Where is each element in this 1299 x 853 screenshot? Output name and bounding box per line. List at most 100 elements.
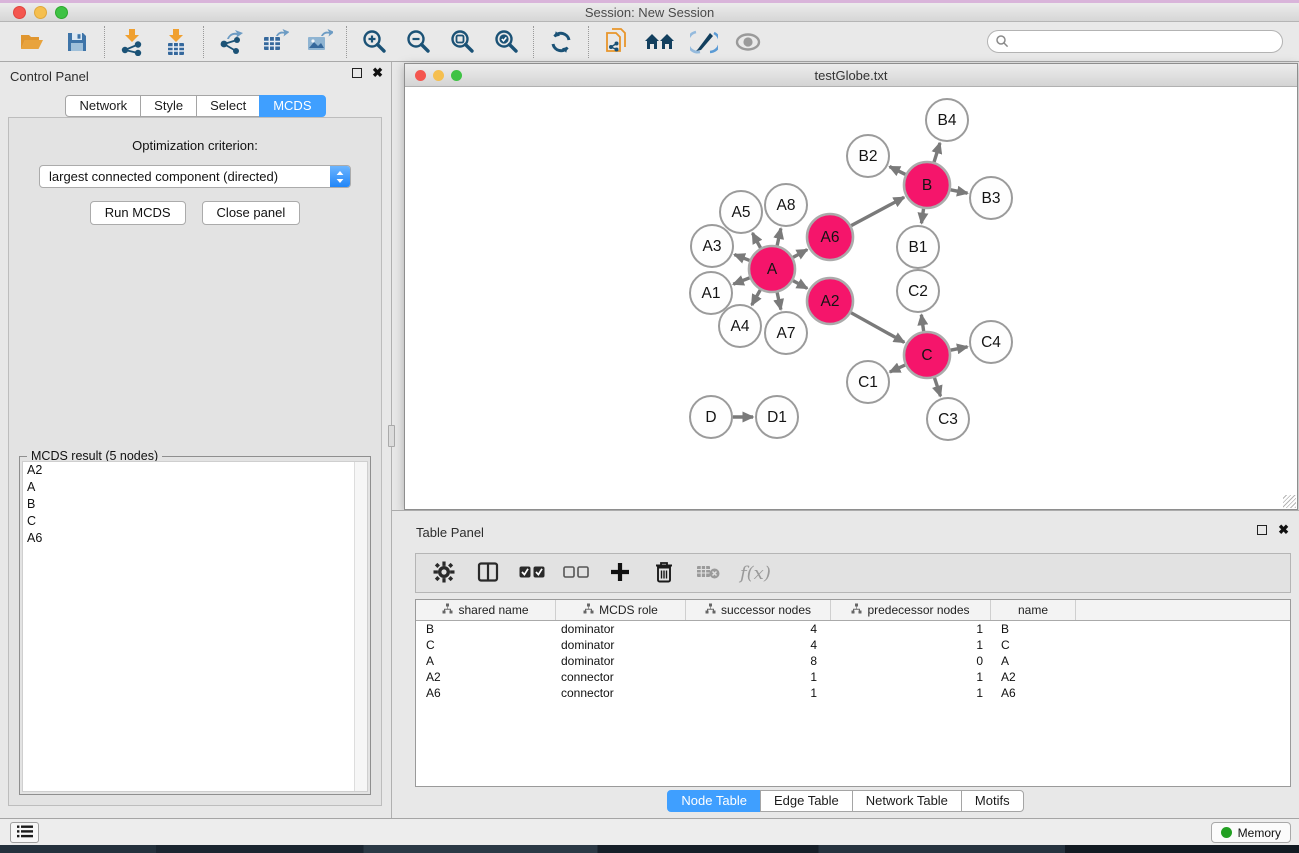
search-input[interactable]: [987, 30, 1283, 53]
column-header-name[interactable]: name: [991, 600, 1076, 620]
mcds-result-list[interactable]: A2ABCA6: [22, 461, 368, 792]
result-item[interactable]: B: [23, 496, 367, 513]
refresh-view-button[interactable]: [542, 25, 580, 59]
memory-button[interactable]: Memory: [1211, 822, 1291, 843]
toggle-column-panel-button[interactable]: [476, 561, 500, 585]
close-panel-button[interactable]: Close panel: [202, 201, 301, 225]
run-mcds-button[interactable]: Run MCDS: [90, 201, 186, 225]
node-D[interactable]: D: [690, 396, 732, 438]
column-header-successor-nodes[interactable]: successor nodes: [686, 600, 831, 620]
network-canvas[interactable]: B4B2BB3A5A8A6B1A3AC2A1A2A4A7C4CC1DD1C3: [405, 87, 1297, 509]
tab-style[interactable]: Style: [140, 95, 197, 117]
node-B[interactable]: B: [904, 162, 950, 208]
table-row[interactable]: A2connector11A2: [416, 669, 1290, 685]
node-B2[interactable]: B2: [847, 135, 889, 177]
float-panel-icon[interactable]: [352, 68, 362, 78]
open-session-button[interactable]: [14, 25, 52, 59]
result-item[interactable]: A: [23, 479, 367, 496]
tab-edge-table[interactable]: Edge Table: [760, 790, 853, 812]
tab-network[interactable]: Network: [65, 95, 141, 117]
tab-select[interactable]: Select: [196, 95, 260, 117]
delete-table-button[interactable]: [696, 561, 720, 585]
edge-A-A4[interactable]: [752, 290, 761, 305]
column-header-predecessor-nodes[interactable]: predecessor nodes: [831, 600, 991, 620]
import-network-button[interactable]: [113, 25, 151, 59]
close-panel-icon[interactable]: ✖: [372, 68, 383, 78]
new-network-from-selection-button[interactable]: [597, 25, 635, 59]
node-C3[interactable]: C3: [927, 398, 969, 440]
export-table-button[interactable]: [256, 25, 294, 59]
node-C2[interactable]: C2: [897, 270, 939, 312]
node-A7[interactable]: A7: [765, 312, 807, 354]
node-A2[interactable]: A2: [807, 278, 853, 324]
node-C1[interactable]: C1: [847, 361, 889, 403]
save-session-button[interactable]: [58, 25, 96, 59]
delete-row-button[interactable]: [652, 561, 676, 585]
table-row[interactable]: A6connector11A6: [416, 685, 1290, 701]
column-header-shared-name[interactable]: shared name: [416, 600, 556, 620]
table-row[interactable]: Bdominator41B: [416, 621, 1290, 637]
export-image-button[interactable]: [300, 25, 338, 59]
edge-C-C4[interactable]: [951, 347, 968, 350]
edge-A-A2[interactable]: [793, 281, 807, 289]
window-resize-grip[interactable]: [1283, 495, 1296, 508]
edge-A-A6[interactable]: [793, 250, 807, 258]
tab-network-table[interactable]: Network Table: [852, 790, 962, 812]
node-A[interactable]: A: [749, 246, 795, 292]
node-B4[interactable]: B4: [926, 99, 968, 141]
add-row-button[interactable]: [608, 561, 632, 585]
node-A8[interactable]: A8: [765, 184, 807, 226]
node-A4[interactable]: A4: [719, 305, 761, 347]
close-table-panel-icon[interactable]: ✖: [1278, 525, 1289, 535]
first-neighbors-button[interactable]: [641, 25, 679, 59]
edge-A-A3[interactable]: [734, 255, 749, 261]
edge-C-C1[interactable]: [890, 365, 905, 372]
result-item[interactable]: A2: [23, 462, 367, 479]
network-window-titlebar[interactable]: testGlobe.txt: [405, 64, 1297, 87]
node-A1[interactable]: A1: [690, 272, 732, 314]
edge-A-A1[interactable]: [733, 278, 749, 284]
edge-C-C2[interactable]: [921, 315, 923, 331]
hide-annotations-button[interactable]: [685, 25, 723, 59]
table-row[interactable]: Cdominator41C: [416, 637, 1290, 653]
node-A3[interactable]: A3: [691, 225, 733, 267]
tab-node-table[interactable]: Node Table: [667, 790, 761, 812]
zoom-out-button[interactable]: [399, 25, 437, 59]
node-A5[interactable]: A5: [720, 191, 762, 233]
result-item[interactable]: C: [23, 513, 367, 530]
edge-B-B3[interactable]: [951, 190, 968, 193]
float-table-panel-icon[interactable]: [1257, 525, 1267, 535]
tab-motifs[interactable]: Motifs: [961, 790, 1024, 812]
edge-A-A7[interactable]: [777, 292, 781, 309]
export-network-button[interactable]: [212, 25, 250, 59]
edge-B-B4[interactable]: [934, 143, 940, 162]
edge-B-B1[interactable]: [921, 209, 923, 223]
show-task-history-button[interactable]: [10, 822, 39, 843]
function-builder-button[interactable]: f(x): [740, 561, 771, 585]
edge-A2-C[interactable]: [851, 313, 904, 343]
node-table[interactable]: shared nameMCDS rolesuccessor nodesprede…: [415, 599, 1291, 787]
deselect-all-button[interactable]: [564, 561, 588, 585]
select-all-button[interactable]: [520, 561, 544, 585]
scrollbar-track[interactable]: [354, 462, 367, 791]
node-B3[interactable]: B3: [970, 177, 1012, 219]
zoom-in-button[interactable]: [355, 25, 393, 59]
node-A6[interactable]: A6: [807, 214, 853, 260]
zoom-fit-button[interactable]: [443, 25, 481, 59]
tab-mcds[interactable]: MCDS: [259, 95, 325, 117]
show-graphics-details-button[interactable]: [729, 25, 767, 59]
panel-split-grip[interactable]: [388, 425, 395, 447]
node-B1[interactable]: B1: [897, 226, 939, 268]
criterion-dropdown[interactable]: largest connected component (directed): [39, 165, 351, 188]
node-C4[interactable]: C4: [970, 321, 1012, 363]
import-table-button[interactable]: [157, 25, 195, 59]
edge-A6-B[interactable]: [851, 197, 904, 225]
zoom-selected-button[interactable]: [487, 25, 525, 59]
edge-C-C3[interactable]: [934, 378, 940, 396]
column-header-mcds-role[interactable]: MCDS role: [556, 600, 686, 620]
node-C[interactable]: C: [904, 332, 950, 378]
edge-A-A8[interactable]: [777, 228, 781, 245]
column-settings-button[interactable]: [432, 561, 456, 585]
edge-B-B2[interactable]: [890, 167, 906, 175]
table-row[interactable]: Adominator80A: [416, 653, 1290, 669]
